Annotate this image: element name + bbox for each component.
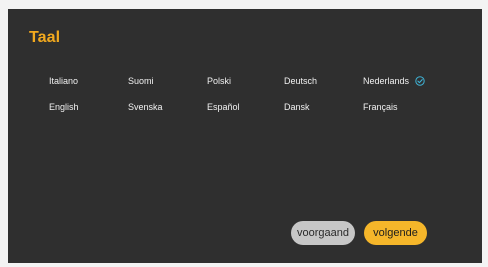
language-option-suomi[interactable]: Suomi [128, 75, 154, 87]
language-option-espanol[interactable]: Español [207, 101, 240, 113]
page-title: Taal [29, 29, 61, 46]
check-circle-icon [414, 76, 425, 86]
previous-button[interactable]: voorgaand [291, 221, 355, 245]
language-option-dansk[interactable]: Dansk [284, 101, 310, 113]
language-label: Italiano [49, 76, 79, 86]
language-option-english[interactable]: English [49, 101, 79, 113]
language-option-francais[interactable]: Français [363, 101, 398, 113]
language-setup-screen: Taal Italiano Suomi Polski Deutsch Neder… [8, 9, 482, 263]
language-label: Dansk [284, 102, 310, 112]
language-option-nederlands[interactable]: Nederlands [363, 75, 425, 87]
language-option-italiano[interactable]: Italiano [49, 75, 78, 87]
language-label: Svenska [128, 102, 163, 112]
language-option-svenska[interactable]: Svenska [128, 101, 163, 113]
language-label: Polski [207, 76, 232, 86]
next-button[interactable]: volgende [364, 221, 427, 245]
language-label: Español [207, 102, 240, 112]
language-label: English [49, 102, 79, 112]
language-option-deutsch[interactable]: Deutsch [284, 75, 317, 87]
language-label: Français [363, 102, 398, 112]
language-option-polski[interactable]: Polski [207, 75, 231, 87]
language-label: Deutsch [284, 76, 318, 86]
language-label: Suomi [128, 76, 154, 86]
language-label: Nederlands [363, 76, 410, 86]
language-grid: Italiano Suomi Polski Deutsch Nederlands… [8, 66, 482, 116]
